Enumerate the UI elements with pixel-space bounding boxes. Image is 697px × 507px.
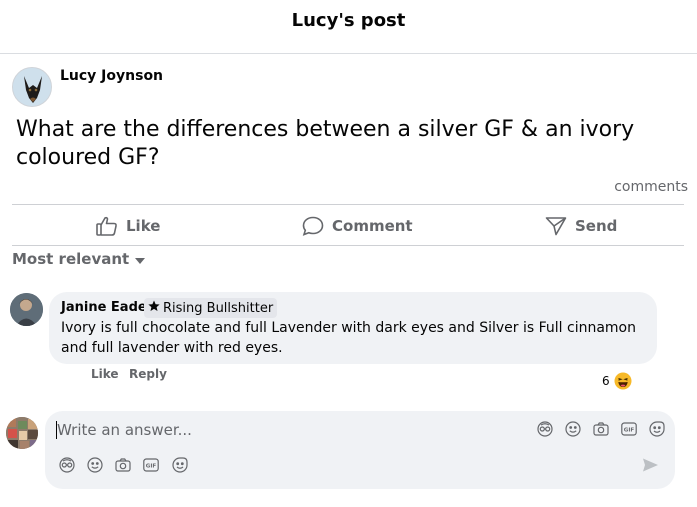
svg-text:GIF: GIF: [624, 428, 635, 434]
reaction-count[interactable]: 6: [602, 374, 610, 388]
send-button[interactable]: Send: [545, 213, 617, 239]
emoji-icon[interactable]: [565, 421, 581, 437]
comment-button[interactable]: Comment: [302, 213, 413, 239]
badge-label: Rising Bullshitter: [163, 300, 274, 316]
submit-arrow-icon[interactable]: [642, 457, 658, 473]
divider: [12, 204, 684, 205]
emoji-icon[interactable]: [87, 457, 103, 473]
gif-icon[interactable]: GIF: [143, 457, 159, 473]
svg-text:GIF: GIF: [146, 464, 157, 470]
camera-icon[interactable]: [115, 457, 131, 473]
comment-like-link[interactable]: Like: [91, 367, 119, 381]
comments-count-link[interactable]: comments: [614, 179, 688, 195]
author-avatar[interactable]: [12, 67, 52, 107]
post-author-name[interactable]: Lucy Joynson: [60, 68, 163, 84]
current-user-avatar: [6, 417, 38, 449]
sticker-icon[interactable]: [649, 421, 665, 437]
header-divider: [0, 53, 697, 54]
comment-reply-link[interactable]: Reply: [129, 367, 167, 381]
send-label: Send: [575, 217, 618, 235]
send-icon: [545, 216, 567, 236]
thumbs-up-icon: [96, 216, 118, 236]
answer-input[interactable]: Write an answer...: [57, 421, 192, 439]
status-badge[interactable]: Rising Bullshitter: [144, 298, 278, 318]
avatar-sticker-icon[interactable]: [59, 457, 75, 473]
chevron-down-icon: [135, 257, 146, 264]
speech-bubble-icon: [302, 216, 324, 236]
comment-text: Ivory is full chocolate and full Lavende…: [61, 320, 636, 356]
camera-icon[interactable]: [593, 421, 609, 437]
haha-emoji-icon[interactable]: [614, 372, 632, 390]
commenter-name[interactable]: Janine Eades: [61, 300, 154, 315]
page-title: Lucy's post: [291, 10, 406, 31]
divider: [12, 245, 684, 246]
star-icon: [148, 300, 160, 316]
sort-label: Most relevant: [12, 250, 130, 268]
gif-icon[interactable]: GIF: [621, 421, 637, 437]
comment-sort-dropdown[interactable]: Most relevant: [12, 250, 146, 268]
avatar-sticker-icon[interactable]: [537, 421, 553, 437]
like-label: Like: [126, 217, 161, 235]
post-text: What are the differences between a silve…: [16, 117, 635, 170]
commenter-avatar[interactable]: [10, 293, 43, 326]
sticker-icon[interactable]: [172, 457, 188, 473]
like-button[interactable]: Like: [96, 213, 160, 239]
comment-label: Comment: [332, 217, 413, 235]
